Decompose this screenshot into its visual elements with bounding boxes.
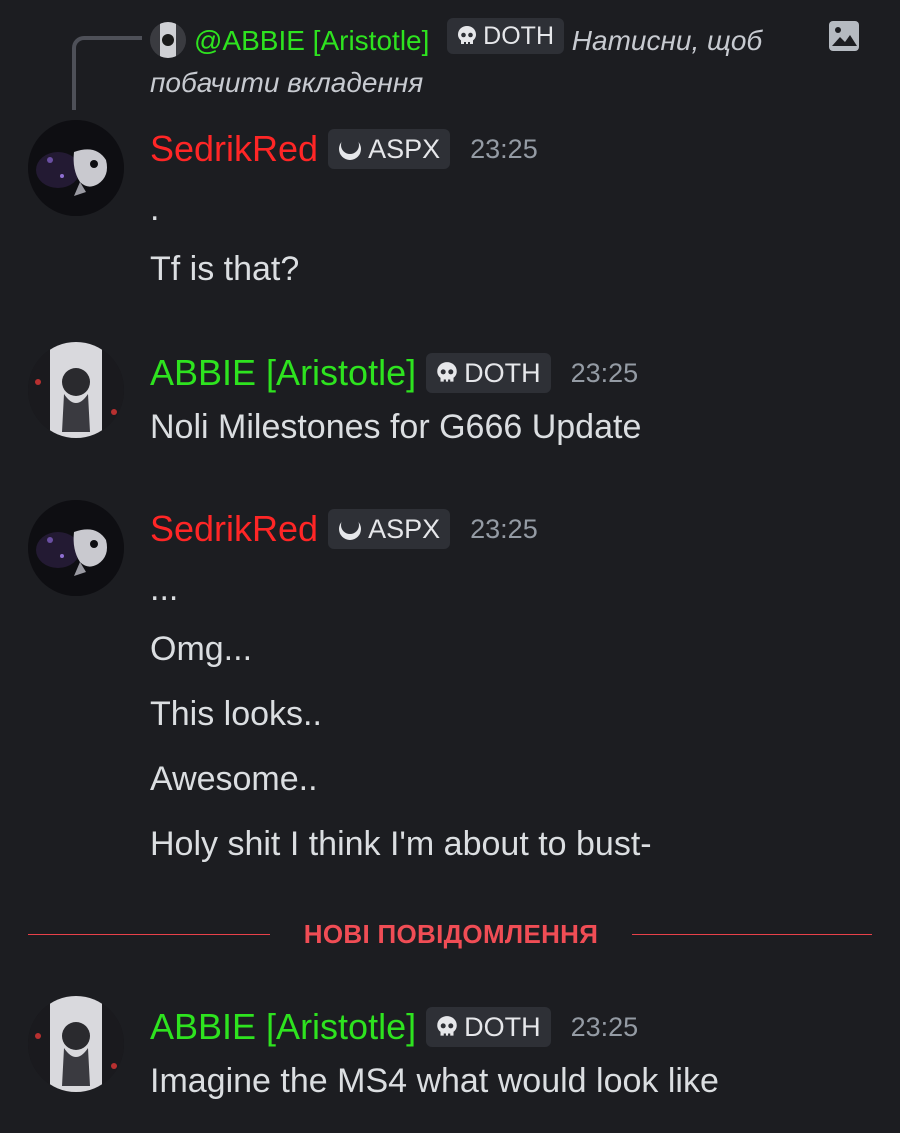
message-header: ABBIE [Aristotle] DOTH 23:25 [150,350,638,396]
reply-tag: DOTH [447,18,564,54]
message-line[interactable]: Omg... [150,626,252,672]
author-name[interactable]: SedrikRed [150,508,318,550]
moon-icon [339,516,362,540]
author-name[interactable]: SedrikRed [150,128,318,170]
divider-label: НОВІ ПОВІДОМЛЕННЯ [303,919,599,949]
skull-icon [458,26,477,44]
message-header: ABBIE [Aristotle] DOTH 23:25 [150,1004,638,1050]
divider-rule [632,934,872,935]
reply-avatar[interactable] [150,22,186,58]
message-header: SedrikRed ASPX 23:25 [150,506,538,552]
message-line[interactable]: Tf is that? [150,246,299,292]
new-messages-divider: НОВІ ПОВІДОМЛЕННЯ [28,916,872,952]
reply-author[interactable]: @ABBIE [Aristotle] [194,25,429,56]
chat-screen: @ABBIE [Aristotle] DOTH Натисни, щоб поб… [0,0,900,1133]
guild-tag[interactable]: ASPX [328,129,451,169]
timestamp: 23:25 [570,1011,639,1042]
author-name[interactable]: ABBIE [Aristotle] [150,352,416,394]
avatar[interactable] [28,120,124,216]
message-line[interactable]: . [150,186,159,232]
avatar[interactable] [28,342,124,438]
message-line[interactable]: Holy shit I think I'm about to bust- [150,821,652,867]
image-icon[interactable] [828,20,860,52]
message-line[interactable]: ... [150,566,178,612]
guild-tag-label: DOTH [464,1011,541,1042]
guild-tag-label: DOTH [464,357,541,388]
reply-preview[interactable]: @ABBIE [Aristotle] DOTH Натисни, щоб поб… [150,18,870,104]
timestamp: 23:25 [470,133,538,164]
avatar[interactable] [28,500,124,596]
guild-tag[interactable]: ASPX [328,509,451,549]
message-header: SedrikRed ASPX 23:25 [150,126,538,172]
author-name[interactable]: ABBIE [Aristotle] [150,1006,416,1048]
guild-tag[interactable]: DOTH [426,1007,551,1047]
reply-spine [72,36,142,110]
reply-tag-label: DOTH [483,22,554,50]
skull-icon [437,362,457,382]
guild-tag-label: ASPX [368,513,441,544]
message-line[interactable]: Imagine the MS4 what would look like [150,1058,719,1104]
guild-tag-label: ASPX [368,133,441,164]
avatar[interactable] [28,996,124,1092]
timestamp: 23:25 [570,357,639,388]
divider-rule [28,934,270,935]
moon-icon [339,136,362,160]
message-line[interactable]: This looks.. [150,691,322,737]
message-line[interactable]: Noli Milestones for G666 Update [150,404,641,450]
skull-icon [437,1016,457,1036]
message-line[interactable]: Awesome.. [150,756,318,802]
guild-tag[interactable]: DOTH [426,353,551,393]
timestamp: 23:25 [470,513,538,544]
